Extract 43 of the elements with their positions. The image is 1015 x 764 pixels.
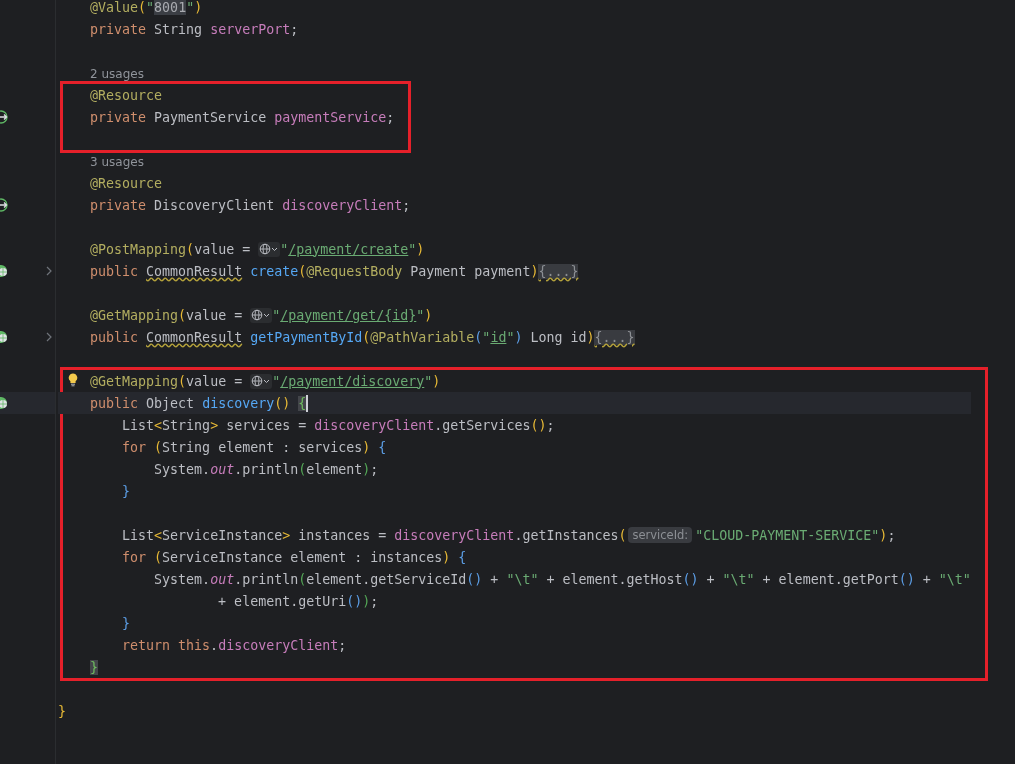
text-cursor	[306, 394, 309, 412]
code-text: List<String> services = discoveryClient.getServices();	[122, 417, 555, 433]
code-text: public CommonResult create(@RequestBody Payment payment){...}	[90, 263, 579, 279]
code-text: public CommonResult getPaymentById(@PathVariable("id") Long id){...}	[90, 329, 635, 345]
code-text: List<ServiceInstance> instances = discoveryClient.getInstances(	[122, 527, 627, 543]
code-text: public Object discovery() {	[90, 395, 307, 411]
code-text: @Resource	[90, 87, 163, 103]
code-text: @GetMapping(value =	[90, 373, 244, 389]
code-text: private PaymentService paymentService;	[90, 109, 395, 125]
code-text: return this.discoveryClient;	[122, 637, 347, 653]
code-text: @PostMapping(value =	[90, 241, 252, 257]
lightbulb-icon[interactable]	[68, 373, 78, 387]
fold-chevron-icon[interactable]	[46, 332, 52, 342]
code-text: for (String element : services) {	[122, 439, 387, 455]
globe-gutter-icon[interactable]	[0, 396, 8, 410]
globe-icon[interactable]	[250, 373, 273, 389]
code-text: System.out.println(element.getServiceId() + "\t" + element.getHost() + "\t" + element.getPort() + "\t"	[154, 571, 971, 587]
code-text: "/payment/get/{id}")	[272, 307, 433, 323]
code-text: }	[122, 615, 131, 631]
code-text: @GetMapping(value =	[90, 307, 244, 323]
code-text: "/payment/create")	[280, 241, 425, 257]
code-text: }	[58, 703, 66, 719]
code-text: for (ServiceInstance element : instances) {	[122, 549, 467, 565]
code-text: private String serverPort;	[90, 21, 299, 37]
code-text: @Value("8001")	[90, 0, 203, 15]
code-text: "/payment/discovery")	[272, 373, 441, 389]
code-text: }	[122, 483, 131, 499]
code-text: System.out.println(element);	[154, 461, 379, 477]
bean-gutter-icon[interactable]	[0, 110, 8, 124]
code-text: + element.getUri());	[218, 593, 379, 609]
globe-icon[interactable]	[258, 241, 281, 257]
fold-chevron-icon[interactable]	[46, 266, 52, 276]
code-text: 2 usages	[90, 65, 144, 81]
code-text: "CLOUD-PAYMENT-SERVICE");	[695, 527, 896, 543]
code-text: @Resource	[90, 175, 163, 191]
bean-gutter-icon[interactable]	[0, 198, 8, 212]
parameter-hint: serviceId:	[628, 527, 693, 543]
code-text: 3 usages	[90, 153, 144, 169]
globe-icon[interactable]	[250, 307, 273, 323]
code-text: private DiscoveryClient discoveryClient;	[90, 197, 411, 213]
globe-gutter-icon[interactable]	[0, 264, 8, 278]
globe-gutter-icon[interactable]	[0, 330, 8, 344]
code-text: }	[90, 659, 99, 675]
